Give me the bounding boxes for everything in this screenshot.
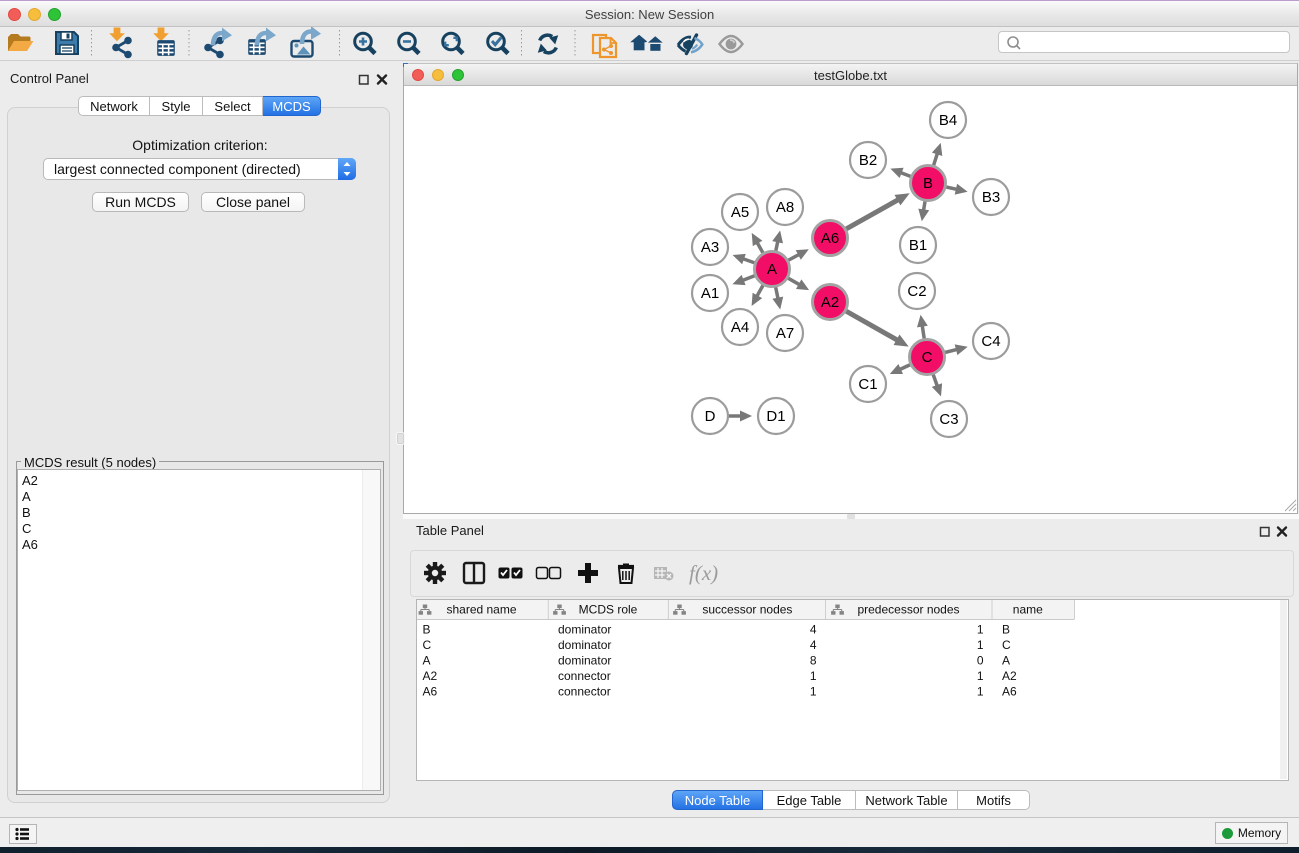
- svg-text:B: B: [423, 623, 431, 637]
- svg-text:B: B: [1002, 623, 1010, 637]
- svg-text:A2: A2: [423, 669, 438, 683]
- svg-text:C: C: [1002, 638, 1011, 652]
- svg-text:dominator: dominator: [558, 654, 611, 668]
- svg-text:dominator: dominator: [558, 638, 611, 652]
- svg-text:1: 1: [810, 669, 817, 683]
- svg-text:A3: A3: [701, 239, 719, 256]
- svg-text:C: C: [922, 349, 933, 366]
- svg-text:A4: A4: [731, 319, 749, 336]
- svg-text:C1: C1: [858, 376, 877, 393]
- svg-text:C: C: [423, 638, 432, 652]
- svg-text:predecessor nodes: predecessor nodes: [857, 603, 959, 617]
- svg-text:B4: B4: [939, 112, 957, 129]
- svg-text:A7: A7: [776, 325, 794, 342]
- svg-text:connector: connector: [558, 685, 611, 699]
- svg-text:4: 4: [810, 623, 817, 637]
- svg-text:A2: A2: [1002, 669, 1017, 683]
- svg-text:connector: connector: [558, 669, 611, 683]
- svg-text:A5: A5: [731, 204, 749, 221]
- svg-text:1: 1: [977, 669, 984, 683]
- svg-text:f(x): f(x): [689, 561, 718, 585]
- svg-text:8: 8: [810, 654, 817, 668]
- svg-text:A8: A8: [776, 199, 794, 216]
- svg-text:A6: A6: [821, 230, 839, 247]
- svg-text:A: A: [767, 261, 777, 278]
- svg-text:B2: B2: [859, 152, 877, 169]
- svg-text:C3: C3: [939, 411, 958, 428]
- svg-text:A2: A2: [821, 294, 839, 311]
- svg-text:A: A: [1002, 654, 1010, 668]
- svg-text:A6: A6: [1002, 685, 1017, 699]
- svg-text:1: 1: [977, 623, 984, 637]
- svg-text:4: 4: [810, 638, 817, 652]
- svg-text:D1: D1: [766, 408, 785, 425]
- svg-text:0: 0: [977, 654, 984, 668]
- svg-text:dominator: dominator: [558, 623, 611, 637]
- svg-text:D: D: [705, 408, 716, 425]
- svg-text:shared name: shared name: [446, 603, 516, 617]
- svg-text:B1: B1: [909, 237, 927, 254]
- svg-text:A1: A1: [701, 285, 719, 302]
- svg-text:C2: C2: [907, 283, 926, 300]
- svg-text:1: 1: [810, 685, 817, 699]
- svg-text:A: A: [423, 654, 431, 668]
- svg-text:successor nodes: successor nodes: [702, 603, 792, 617]
- svg-text:name: name: [1013, 603, 1043, 617]
- svg-text:1: 1: [977, 638, 984, 652]
- svg-text:B3: B3: [982, 189, 1000, 206]
- svg-text:C4: C4: [981, 333, 1000, 350]
- svg-text:1: 1: [977, 685, 984, 699]
- svg-text:A6: A6: [423, 685, 438, 699]
- svg-text:MCDS role: MCDS role: [579, 603, 638, 617]
- svg-text:B: B: [923, 175, 933, 192]
